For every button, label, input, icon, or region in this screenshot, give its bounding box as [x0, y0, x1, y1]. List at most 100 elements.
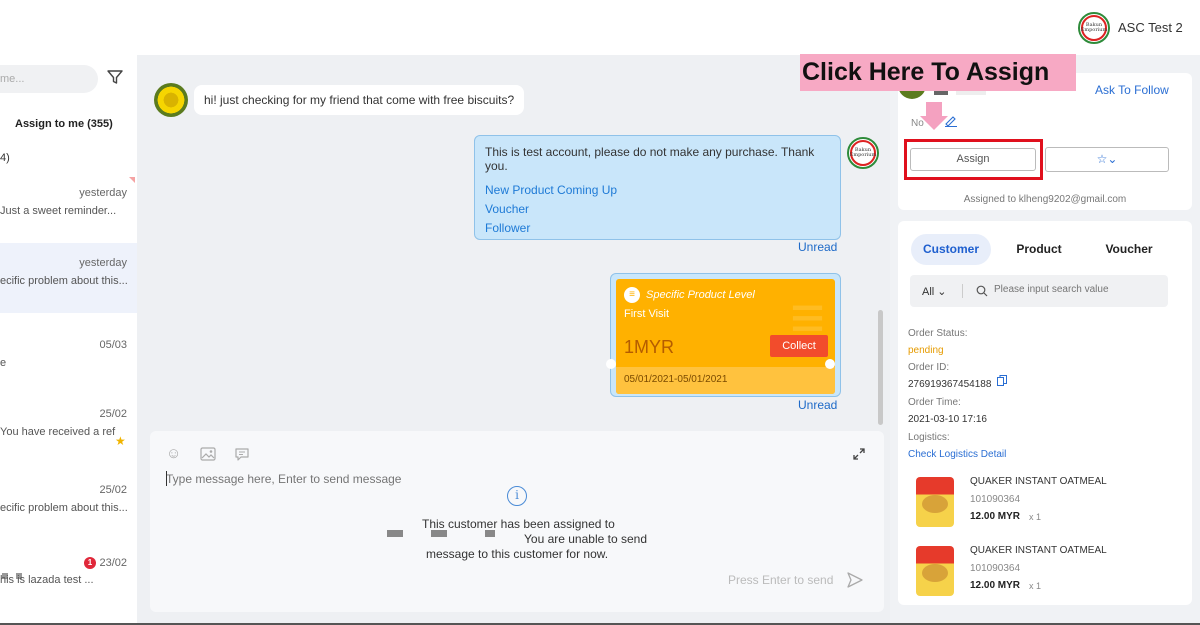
conversation-preview: You have received a ref	[0, 426, 116, 438]
order-id-label: Order ID:	[908, 362, 950, 373]
product-id: 101090364	[970, 563, 1021, 574]
quick-reply-icon[interactable]	[234, 446, 250, 462]
conversation-item[interactable]: 25/02 You have received a ref ★	[0, 394, 137, 464]
order-search-input[interactable]	[994, 284, 1159, 295]
callout-text: Click Here To Assign	[802, 58, 1050, 86]
conversation-item-active[interactable]: yesterday ecific problem about this...	[0, 243, 137, 313]
unread-status: Unread	[798, 398, 838, 412]
account-name[interactable]: ASC Test 2	[1118, 20, 1183, 35]
chat-scrollbar[interactable]	[878, 310, 883, 425]
redacted-text	[485, 530, 495, 537]
tab-product[interactable]: Product	[1004, 234, 1074, 265]
order-filter-select[interactable]: All ⌄	[922, 285, 947, 298]
detail-card: Customer Product Voucher All ⌄ Order Sta…	[898, 221, 1192, 605]
conversation-item[interactable]: yesterday Just a sweet reminder...	[0, 173, 137, 243]
conversation-search-input[interactable]: me...	[0, 65, 98, 93]
logistics-detail-link[interactable]: Check Logistics Detail	[908, 449, 1006, 460]
ask-to-follow-link[interactable]: Ask To Follow	[1095, 83, 1169, 97]
conversation-preview: e	[0, 357, 7, 369]
divider	[962, 284, 963, 298]
order-status-label: Order Status:	[908, 328, 968, 339]
conversation-time: 25/02	[99, 408, 127, 420]
product-item[interactable]: QUAKER INSTANT OATMEAL 101090364 12.00 M…	[908, 540, 1178, 602]
text-caret	[166, 471, 167, 486]
unread-badge: 1	[84, 557, 96, 569]
voucher-notch	[825, 359, 835, 369]
product-qty: x 1	[1029, 581, 1042, 591]
favorite-dropdown-button[interactable]: ☆⌄	[1045, 147, 1169, 172]
customer-avatar	[154, 83, 188, 117]
order-time-value: 2021-03-10 17:16	[908, 414, 987, 425]
product-name: QUAKER INSTANT OATMEAL	[970, 545, 1107, 556]
assigned-notice: This customer has been assigned to	[422, 517, 615, 531]
link-new-product[interactable]: New Product Coming Up	[485, 183, 830, 197]
product-price: 12.00 MYR	[970, 580, 1021, 591]
conversation-item[interactable]: 25/02 ecific problem about this...	[0, 470, 137, 540]
outgoing-message: This is test account, please do not make…	[474, 135, 841, 240]
chat-area: hi! just checking for my friend that com…	[137, 55, 890, 625]
voucher-notch	[606, 359, 616, 369]
redacted-text	[431, 530, 447, 537]
message-input[interactable]	[166, 472, 846, 486]
voucher-card: ≡ ≡ Specific Product Level First Visit 1…	[616, 279, 835, 394]
product-image	[916, 477, 954, 527]
expand-icon[interactable]	[852, 447, 866, 461]
product-qty: x 1	[1029, 512, 1042, 522]
customer-panel: Ask To Follow No Assign ☆⌄ Assigned to k…	[800, 54, 1200, 625]
voucher-amount: 1MYR	[624, 337, 675, 357]
emoji-icon[interactable]: ☺	[166, 446, 182, 462]
tab-assign-to-me[interactable]: Assign to me (355)	[15, 118, 113, 130]
agent-avatar: Bakun Emporium	[847, 137, 879, 169]
collect-button[interactable]: Collect	[770, 335, 828, 357]
message-composer: ☺ i This customer has been assigned to Y…	[150, 431, 884, 612]
top-bar: Bakun Emporium ASC Test 2	[0, 0, 1200, 55]
tab-voucher[interactable]: Voucher	[1094, 234, 1164, 265]
conversation-preview: Just a sweet reminder...	[0, 205, 117, 217]
tutorial-callout: Click Here To Assign	[800, 54, 1076, 91]
callout-arrow	[926, 102, 942, 116]
info-icon: i	[507, 486, 527, 506]
order-search-bar: All ⌄	[910, 275, 1168, 307]
order-time-label: Order Time:	[908, 397, 961, 408]
send-hint: Press Enter to send	[728, 573, 834, 587]
product-image	[916, 546, 954, 596]
voucher-footer: 05/01/2021-05/01/2021	[616, 367, 835, 394]
conversation-preview: his is lazada test ...	[0, 574, 94, 586]
product-item[interactable]: QUAKER INSTANT OATMEAL 101090364 12.00 M…	[908, 471, 1178, 533]
product-name: QUAKER INSTANT OATMEAL	[970, 476, 1107, 487]
agent-logo-text: Bakun Emporium	[850, 140, 876, 166]
voucher-subtitle: First Visit	[624, 308, 670, 320]
outgoing-message-text: This is test account, please do not make…	[485, 145, 815, 173]
voucher-dates: 05/01/2021-05/01/2021	[624, 374, 728, 385]
link-follower[interactable]: Follower	[485, 221, 830, 235]
voucher-message: ≡ ≡ Specific Product Level First Visit 1…	[606, 273, 841, 397]
conversation-time: 23/02	[99, 557, 127, 569]
conversation-time: yesterday	[79, 257, 127, 269]
product-id: 101090364	[970, 494, 1021, 505]
conversation-time: 25/02	[99, 484, 127, 496]
assigned-notice: You are unable to send	[524, 532, 647, 546]
callout-arrow-head	[920, 116, 948, 130]
star-icon: ★	[115, 434, 126, 448]
logistics-label: Logistics:	[908, 432, 950, 443]
unread-status: Unread	[798, 240, 838, 254]
conversation-time: yesterday	[79, 187, 127, 199]
conversation-item[interactable]: 05/03 e	[0, 325, 137, 395]
conversation-item[interactable]: 1 23/02 his is lazada test ...	[0, 543, 137, 613]
assigned-to-text: Assigned to klheng9202@gmail.com	[963, 194, 1127, 205]
assigned-notice: message to this customer for now.	[426, 547, 609, 561]
conversation-preview: ecific problem about this...	[0, 502, 128, 514]
tab-count-fragment[interactable]: 4)	[0, 152, 10, 164]
incoming-message: hi! just checking for my friend that com…	[194, 85, 525, 115]
filter-icon[interactable]	[106, 68, 124, 86]
link-voucher[interactable]: Voucher	[485, 202, 830, 216]
conversation-preview: ecific problem about this...	[0, 275, 128, 287]
product-price: 12.00 MYR	[970, 511, 1021, 522]
flag-marker	[129, 177, 135, 183]
send-icon[interactable]	[846, 571, 864, 589]
copy-icon[interactable]	[997, 375, 1007, 386]
conversation-sidebar: me... Assign to me (355) 4) yesterday Ju…	[0, 55, 137, 625]
image-icon[interactable]	[200, 446, 216, 462]
assign-highlight-box	[904, 139, 1043, 180]
tab-customer[interactable]: Customer	[911, 234, 991, 265]
